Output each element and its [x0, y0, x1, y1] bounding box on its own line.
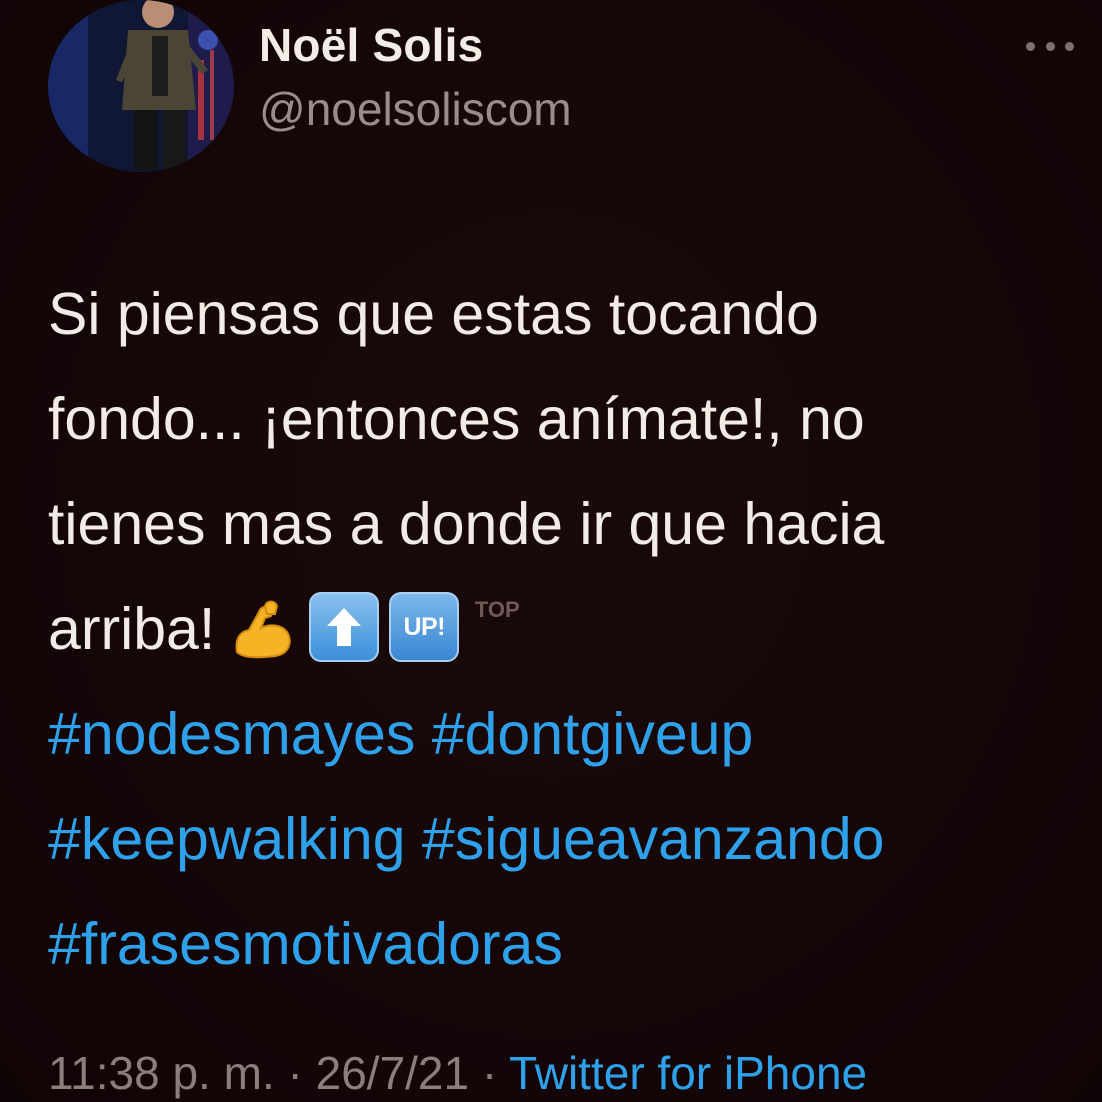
tweet-text-line-with-emoji: arriba! UP! TOP: [48, 577, 1088, 682]
more-dot: [1065, 41, 1074, 51]
top-arrow-label: TOP: [474, 597, 520, 623]
more-dot: [1045, 41, 1055, 51]
tweet-text-line: fondo... ¡entonces anímate!, no: [48, 386, 865, 452]
tweet-text-line: tienes mas a donde ir que hacia: [48, 491, 885, 557]
avatar-photo: [48, 0, 234, 172]
hashtag-line: #nodesmayes #dontgiveup: [48, 682, 1088, 787]
tweet-time: 11:38 p. m.: [48, 1047, 275, 1099]
top-arrow-icon: TOP: [469, 592, 525, 662]
hashtag-link[interactable]: #dontgiveup: [432, 701, 754, 767]
user-handle[interactable]: @noelsoliscom: [259, 82, 572, 136]
more-horizontal-icon[interactable]: [1026, 36, 1074, 56]
tweet-meta: 11:38 p. m. · 26/7/21 · Twitter for iPho…: [48, 1046, 867, 1100]
tweet-screen: Noël Solis @noelsoliscom Si piensas que …: [0, 0, 1102, 1102]
hashtag-link[interactable]: #sigueavanzando: [422, 806, 885, 872]
flexed-biceps-icon: [229, 592, 299, 662]
hashtag-line: #keepwalking #sigueavanzando: [48, 787, 1088, 892]
tweet-text-line: Si piensas que estas tocando: [48, 281, 819, 347]
emoji-group: UP! TOP: [229, 592, 525, 663]
tweet-text: Si piensas que estas tocando fondo... ¡e…: [48, 262, 1088, 997]
meta-separator: ·: [287, 1047, 303, 1099]
tweet-date: 26/7/21: [315, 1047, 470, 1099]
hashtag-link[interactable]: #keepwalking: [48, 806, 406, 872]
up-arrow-icon: [309, 592, 380, 663]
hashtag-line: #frasesmotivadoras: [48, 892, 1088, 997]
hashtag-link[interactable]: #frasesmotivadoras: [48, 911, 563, 977]
display-name[interactable]: Noël Solis: [259, 18, 483, 72]
meta-separator: ·: [481, 1047, 498, 1099]
up-button-icon: UP!: [389, 592, 460, 663]
tweet-text-fragment: arriba!: [48, 596, 216, 662]
hashtag-link[interactable]: #nodesmayes: [48, 701, 415, 767]
more-dot: [1026, 41, 1035, 51]
avatar[interactable]: [48, 0, 234, 172]
tweet-source-link[interactable]: Twitter for iPhone: [509, 1047, 867, 1099]
